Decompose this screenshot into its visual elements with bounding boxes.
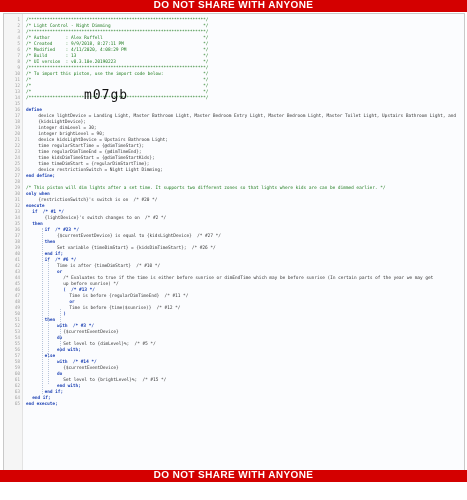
line-number: 28 [14,180,20,185]
line-number: 2 [17,24,20,29]
code-line: Set variable {timeDimStart} = {kidsDimTi… [57,246,216,251]
line-number: 21 [14,138,20,143]
code-keyword: end define; [26,174,56,179]
line-number: 20 [14,132,20,137]
line-number: 7 [17,54,20,59]
code-line: device restrictionSwitch = Night Light D… [38,168,163,173]
line-number: 51 [14,318,20,323]
line-number: 11 [14,78,20,83]
line-number: 22 [14,144,20,149]
code-line: {$currentEventDevice} [63,366,119,371]
code-line: Time is after {timeDimStart} /* #10 */ [57,264,161,269]
line-number: 44 [14,276,20,281]
code-line: /* This piston will dim lights after a s… [26,186,386,191]
line-number: 61 [14,378,20,383]
line-number: 43 [14,270,20,275]
line-number: 65 [14,402,20,407]
import-code[interactable]: m07gb [84,88,128,103]
line-number: 40 [14,252,20,257]
line-number: 32 [14,204,20,209]
line-number: 9 [17,66,20,71]
line-number: 16 [14,108,20,113]
line-number: 54 [14,336,20,341]
line-number: 60 [14,372,20,377]
line-number: 23 [14,150,20,155]
line-number: 10 [14,72,20,77]
line-number: 25 [14,162,20,167]
line-number: 31 [14,198,20,203]
line-number: 47 [14,294,20,299]
line-number: 26 [14,168,20,173]
line-number: 39 [14,246,20,251]
line-number: 6 [17,48,20,53]
line-number: 49 [14,306,20,311]
code-line: {restrictionSwitch}'s switch is on /* #2… [38,198,158,203]
line-number: 29 [14,186,20,191]
code-line: Time is before {time($sunrise)} /* #12 *… [69,306,181,311]
code-keyword: else [44,354,56,359]
line-number: 63 [14,390,20,395]
line-number: 35 [14,222,20,227]
warning-banner-bottom: DO NOT SHARE WITH ANYONE [0,470,467,482]
line-number: 57 [14,354,20,359]
line-number: 45 [14,282,20,287]
line-number: 30 [14,192,20,197]
line-number: 19 [14,126,20,131]
code-line: Time is before {regularDimTimeEnd} /* #1… [69,294,189,299]
line-number: 15 [14,102,20,107]
line-number: 59 [14,366,20,371]
code-keyword: do [57,372,63,377]
line-number: 50 [14,312,20,317]
code-line: device lightDevice = Landing Light, Mast… [38,114,457,119]
block-guide [60,309,62,352]
line-number: 34 [14,216,20,221]
line-number: 56 [14,348,20,353]
code-keyword: then [44,318,56,323]
code-line: {$currentEventDevice} is equal to {kidsL… [57,234,221,239]
line-number: 27 [14,174,20,179]
line-number: 58 [14,360,20,365]
line-number: 1 [17,18,20,23]
code-keyword: then [44,240,56,245]
line-number: 38 [14,240,20,245]
warning-banner-top: DO NOT SHARE WITH ANYONE [0,0,467,12]
line-number: 52 [14,324,20,329]
line-number: 41 [14,258,20,263]
line-number: 48 [14,300,20,305]
line-number: 53 [14,330,20,335]
code-line: ) [63,312,66,317]
line-number: 13 [14,90,20,95]
code-line: {$currentEventDevice} [63,330,119,335]
line-number: 3 [17,30,20,35]
line-number: 8 [17,60,20,65]
line-number: 5 [17,42,20,47]
line-number: 12 [14,84,20,89]
line-number: 18 [14,120,20,125]
line-number: 37 [14,234,20,239]
line-number: 46 [14,288,20,293]
line-number: 62 [14,384,20,389]
line-number: 64 [14,396,20,401]
line-number: 42 [14,264,20,269]
line-number: 55 [14,342,20,347]
line-number: 36 [14,228,20,233]
line-number: 4 [17,36,20,41]
code-line: or [57,270,63,275]
code-keyword: end execute; [26,402,58,407]
block-guide [41,228,43,394]
piston-code-view: 1/**************************************… [3,13,465,471]
block-guide [47,260,49,384]
line-number: 17 [14,114,20,119]
line-number: 14 [14,96,20,101]
line-number: 33 [14,210,20,215]
line-number: 24 [14,156,20,161]
code-line: {lightDevice}'s switch changes to on /* … [44,216,167,221]
